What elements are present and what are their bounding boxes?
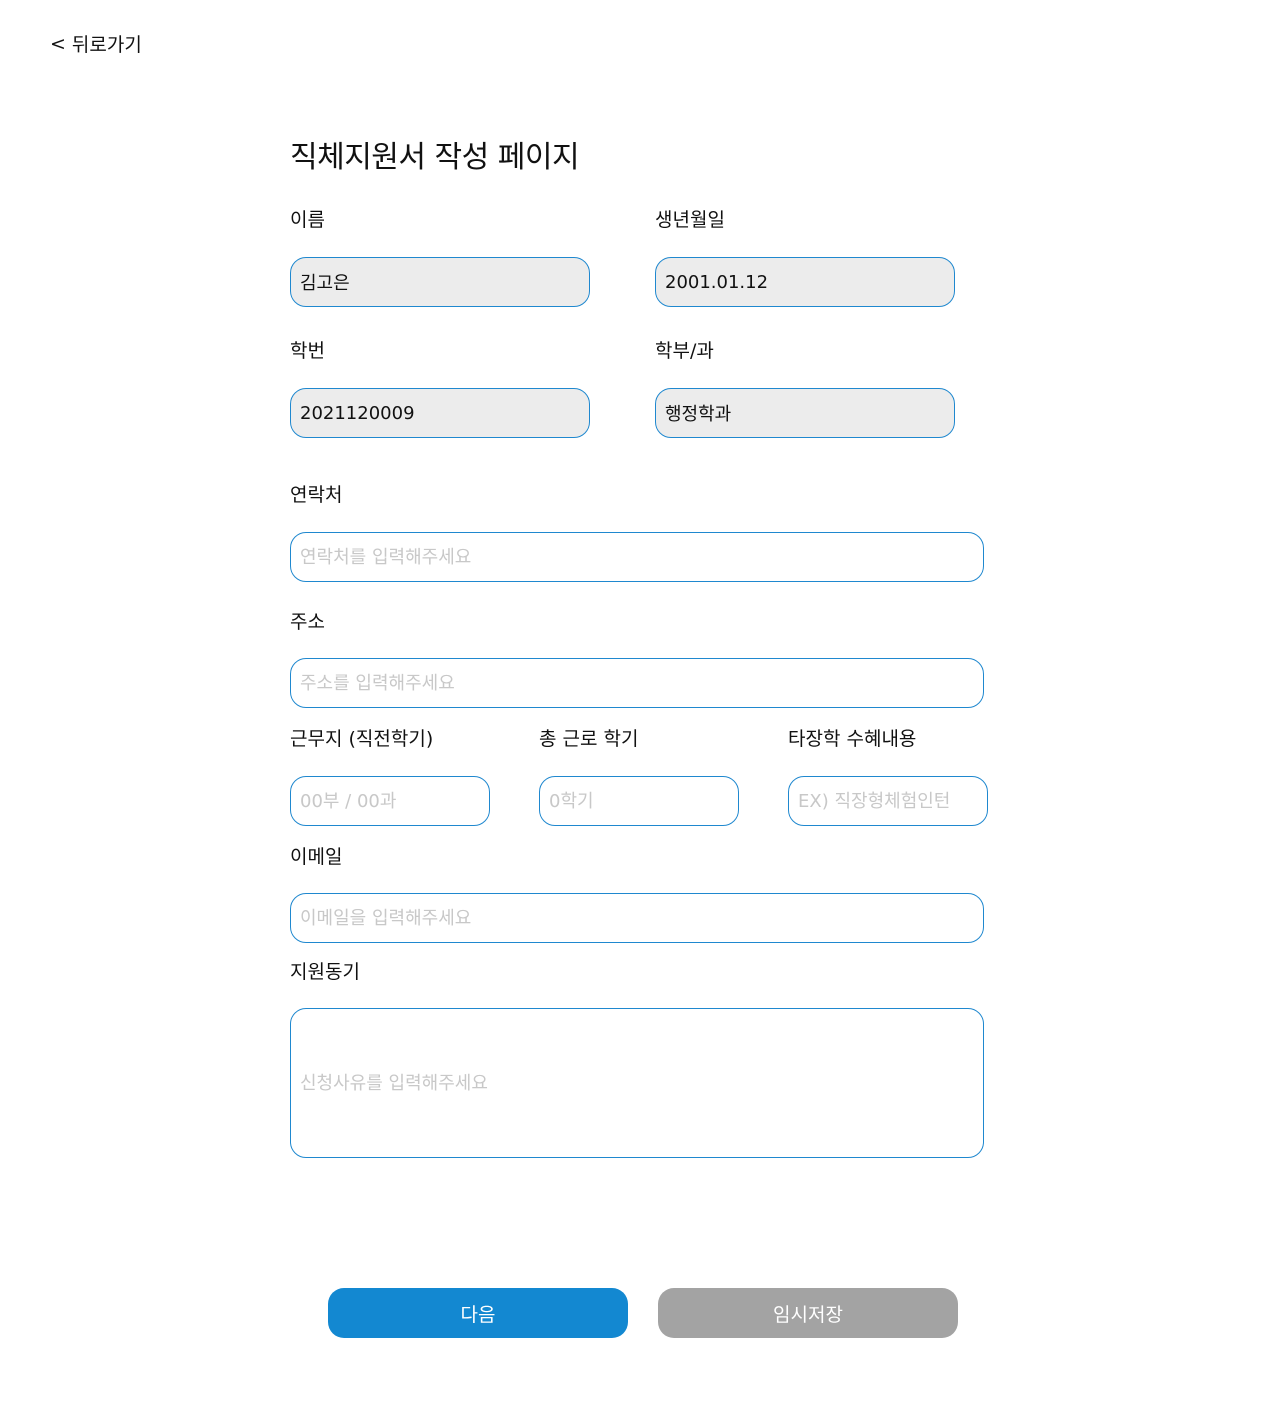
birthdate-label: 생년월일: [655, 209, 725, 231]
total-semesters-field[interactable]: [539, 776, 739, 826]
total-semesters-label: 총 근로 학기: [539, 728, 639, 750]
contact-field[interactable]: [290, 532, 984, 582]
student-id-field[interactable]: [290, 388, 590, 438]
other-benefits-field[interactable]: [788, 776, 988, 826]
other-benefits-label: 타장학 수혜내용: [788, 728, 917, 750]
motivation-textarea[interactable]: [290, 1008, 984, 1158]
workplace-label: 근무지 (직전학기): [290, 728, 434, 750]
motivation-label: 지원동기: [290, 961, 360, 983]
name-label: 이름: [290, 209, 325, 231]
back-label: 뒤로가기: [71, 34, 142, 56]
address-label: 주소: [290, 611, 325, 633]
name-field[interactable]: [290, 257, 590, 307]
save-draft-button[interactable]: 임시저장: [658, 1288, 958, 1338]
back-link[interactable]: < 뒤로가기: [50, 30, 142, 57]
birthdate-field[interactable]: [655, 257, 955, 307]
email-field[interactable]: [290, 893, 984, 943]
next-button[interactable]: 다음: [328, 1288, 628, 1338]
address-field[interactable]: [290, 658, 984, 708]
workplace-field[interactable]: [290, 776, 490, 826]
page-title: 직체지원서 작성 페이지: [290, 140, 580, 175]
department-label: 학부/과: [655, 340, 714, 362]
chevron-left-icon: <: [50, 32, 66, 55]
contact-label: 연락처: [290, 484, 343, 506]
email-label: 이메일: [290, 846, 343, 868]
student-id-label: 학번: [290, 340, 325, 362]
department-field[interactable]: [655, 388, 955, 438]
